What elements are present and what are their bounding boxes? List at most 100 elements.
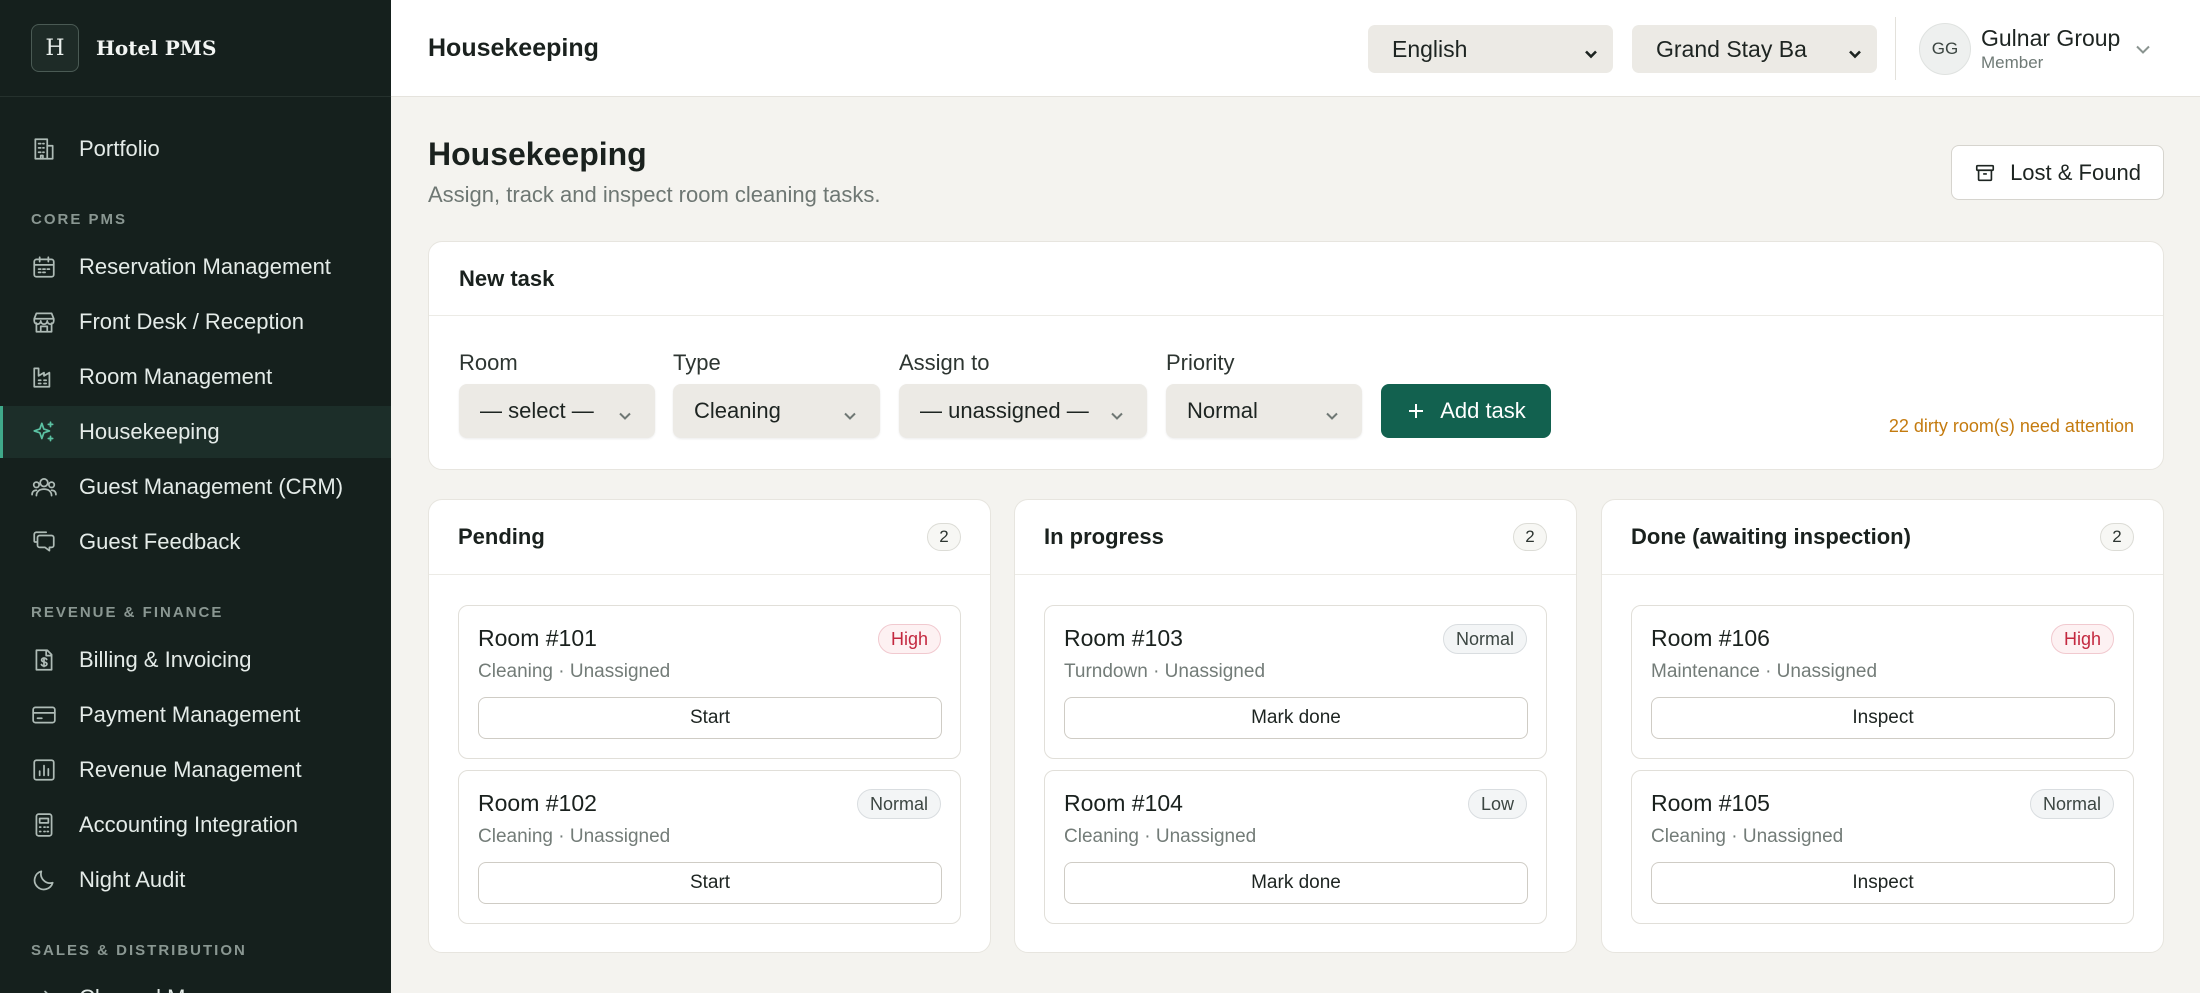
column-title: In progress <box>1044 524 1164 549</box>
column-title: Pending <box>458 524 545 549</box>
sidebar-item-room-management[interactable]: Room Management <box>0 351 391 403</box>
nav-section-core-pms: CORE PMS <box>31 211 128 228</box>
room-select[interactable]: — select — <box>459 384 655 438</box>
lost-found-label: Lost & Found <box>2010 159 2141 185</box>
task-room: Room #106 <box>1651 625 1770 651</box>
brand[interactable]: H Hotel PMS <box>0 0 391 97</box>
plus-icon <box>1409 404 1424 418</box>
column-count: 2 <box>2100 523 2134 551</box>
sidebar-item-billing[interactable]: Billing & Invoicing <box>0 634 391 686</box>
topbar-divider <box>1895 17 1896 80</box>
task-card: Room #105 Normal Cleaning · Unassigned I… <box>1631 770 2134 924</box>
new-task-title: New task <box>459 266 555 291</box>
start-button[interactable]: Start <box>478 862 942 904</box>
type-label: Type <box>673 350 721 375</box>
sidebar-item-label: Room Management <box>79 364 273 389</box>
language-value: English <box>1392 35 1468 62</box>
add-task-button[interactable]: Add task <box>1381 384 1551 438</box>
topbar: Housekeeping English Grand Stay Bal GG G… <box>391 0 2200 97</box>
inspect-button[interactable]: Inspect <box>1651 697 2115 739</box>
topbar-title: Housekeeping <box>428 34 599 62</box>
brand-name: Hotel PMS <box>96 36 217 60</box>
language-select[interactable]: English <box>1368 25 1613 73</box>
calendar-icon <box>31 254 57 280</box>
column-pending: Pending 2 Room #101 High Cleaning · Unas… <box>428 499 991 953</box>
sidebar-item-feedback[interactable]: Guest Feedback <box>0 516 391 568</box>
sidebar-item-crm[interactable]: Guest Management (CRM) <box>0 461 391 513</box>
property-select[interactable]: Grand Stay Bal <box>1632 25 1877 73</box>
dirty-rooms-notice: 22 dirty room(s) need attention <box>1888 416 2134 436</box>
assign-label: Assign to <box>899 350 990 375</box>
sidebar-item-front-desk[interactable]: Front Desk / Reception <box>0 296 391 348</box>
sidebar-item-payments[interactable]: Payment Management <box>0 689 391 741</box>
sidebar-item-label: Billing & Invoicing <box>79 647 252 672</box>
mark-done-button[interactable]: Mark done <box>1064 697 1528 739</box>
store-icon <box>31 309 57 335</box>
building-icon <box>31 136 57 162</box>
chevron-down-icon <box>1583 41 1599 59</box>
sidebar-item-label: Night Audit <box>79 867 186 892</box>
arrow-icon <box>31 985 57 993</box>
mark-done-button[interactable]: Mark done <box>1064 862 1528 904</box>
sidebar-item-label: Revenue Management <box>79 757 302 782</box>
sidebar-item-portfolio[interactable]: Portfolio <box>0 123 391 175</box>
column-title: Done (awaiting inspection) <box>1631 524 1911 549</box>
chevron-down-icon <box>1109 404 1125 420</box>
sidebar-item-night-audit[interactable]: Night Audit <box>0 854 391 906</box>
sidebar-item-channel-manager[interactable]: Channel Manager <box>0 972 391 993</box>
sidebar-item-housekeeping[interactable]: Housekeeping <box>0 406 391 458</box>
inspect-button[interactable]: Inspect <box>1651 862 2115 904</box>
type-select[interactable]: Cleaning <box>673 384 880 438</box>
sidebar-item-label: Reservation Management <box>79 254 331 279</box>
nav-section-revenue-finance: REVENUE & FINANCE <box>31 604 224 621</box>
divider <box>429 315 2163 316</box>
task-meta: Cleaning · Unassigned <box>478 661 671 682</box>
sidebar-item-reservations[interactable]: Reservation Management <box>0 241 391 293</box>
column-count: 2 <box>927 523 961 551</box>
column-count: 2 <box>1513 523 1547 551</box>
divider <box>1015 574 1576 575</box>
task-card: Room #102 Normal Cleaning · Unassigned S… <box>458 770 961 924</box>
divider <box>429 574 990 575</box>
new-task-card: New task Room — select — Type Cleaning A… <box>428 241 2164 470</box>
factory-icon <box>31 364 57 390</box>
task-room: Room #103 <box>1064 625 1183 651</box>
bar-chart-icon <box>31 757 57 783</box>
priority-badge: Normal <box>2029 789 2114 819</box>
sidebar-item-label: Portfolio <box>79 136 160 161</box>
chevron-down-icon[interactable] <box>2134 40 2152 58</box>
priority-badge: Normal <box>1442 624 1527 654</box>
credit-card-icon <box>31 702 57 728</box>
column-done: Done (awaiting inspection) 2 Room #106 H… <box>1601 499 2164 953</box>
sidebar-item-revenue[interactable]: Revenue Management <box>0 744 391 796</box>
priority-label: Priority <box>1166 350 1235 375</box>
task-card: Room #104 Low Cleaning · Unassigned Mark… <box>1044 770 1547 924</box>
room-label: Room <box>459 350 518 375</box>
user-name[interactable]: Gulnar Group <box>1981 25 2120 52</box>
priority-select[interactable]: Normal <box>1166 384 1362 438</box>
sidebar-item-accounting[interactable]: Accounting Integration <box>0 799 391 851</box>
start-button[interactable]: Start <box>478 697 942 739</box>
sidebar-item-label: Channel Manager <box>79 985 254 993</box>
page-title: Housekeeping <box>428 136 647 172</box>
priority-value: Normal <box>1187 398 1258 423</box>
priority-badge: Normal <box>856 789 941 819</box>
task-meta: Cleaning · Unassigned <box>1064 826 1257 847</box>
task-meta: Cleaning · Unassigned <box>1651 826 1844 847</box>
avatar[interactable]: GG <box>1919 23 1971 75</box>
task-card: Room #106 High Maintenance · Unassigned … <box>1631 605 2134 759</box>
sidebar: H Hotel PMS Portfolio CORE PMS Reservati… <box>0 0 391 993</box>
archive-icon <box>1975 164 1995 181</box>
sidebar-item-label: Accounting Integration <box>79 812 298 837</box>
assign-select[interactable]: — unassigned — <box>899 384 1147 438</box>
sidebar-item-label: Guest Feedback <box>79 529 241 554</box>
lost-found-button[interactable]: Lost & Found <box>1951 145 2164 200</box>
task-meta: Cleaning · Unassigned <box>478 826 671 847</box>
priority-badge: High <box>877 624 941 654</box>
page-subtitle: Assign, track and inspect room cleaning … <box>428 182 881 207</box>
task-card: Room #103 Normal Turndown · Unassigned M… <box>1044 605 1547 759</box>
brand-logo: H <box>31 24 79 72</box>
users-icon <box>31 474 57 500</box>
priority-badge: Low <box>1467 789 1527 819</box>
room-value: — select — <box>480 398 594 423</box>
